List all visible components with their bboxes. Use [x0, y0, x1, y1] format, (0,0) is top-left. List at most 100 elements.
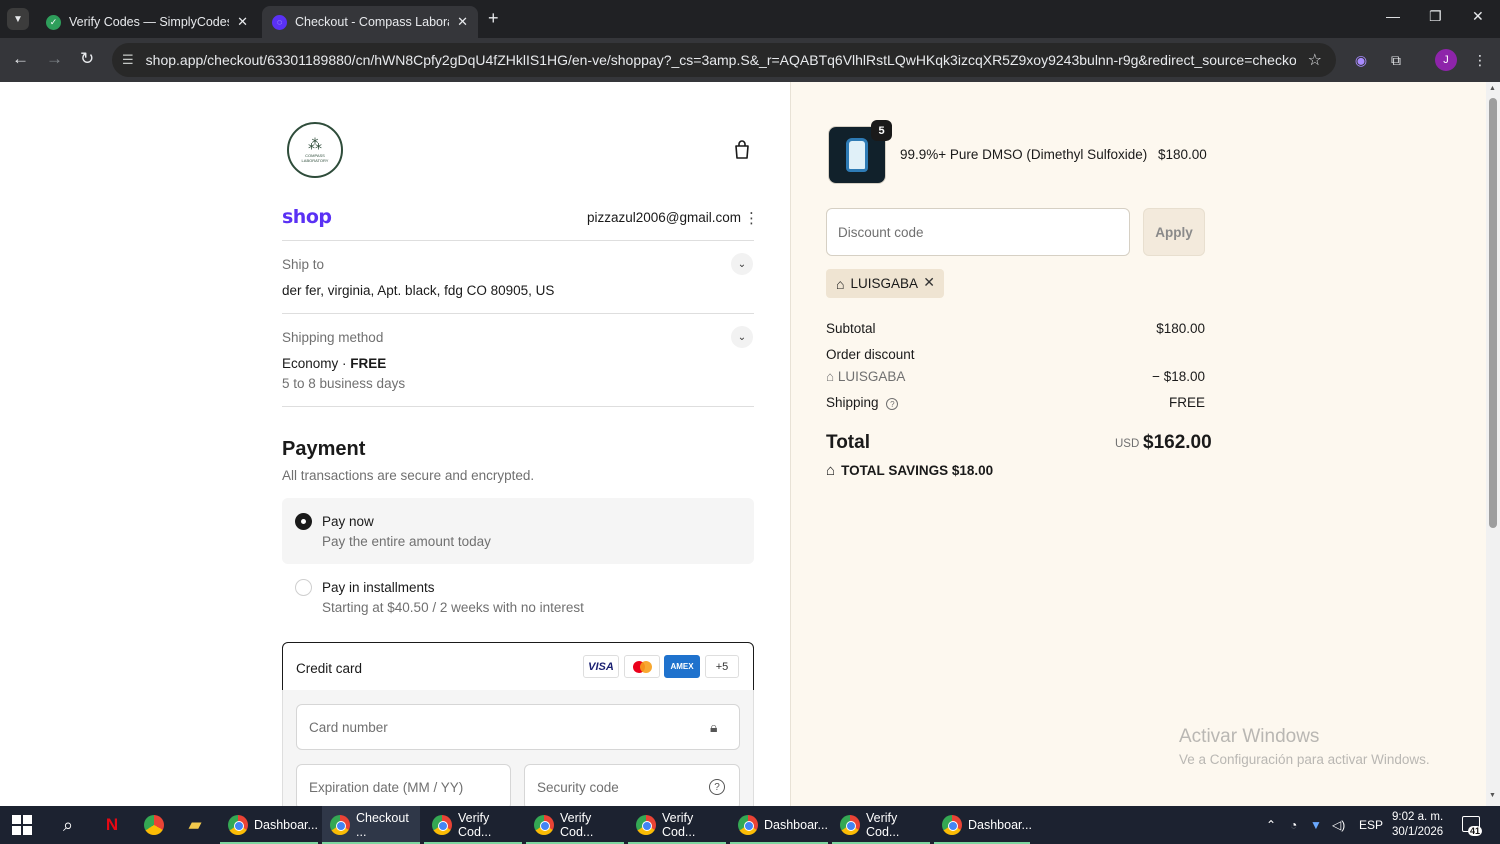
- taskbar-window[interactable]: Dashboar...: [730, 806, 828, 844]
- total-savings-value: $18.00: [951, 463, 994, 478]
- shipping-eta: 5 to 8 business days: [282, 376, 406, 391]
- profile-avatar[interactable]: J: [1435, 49, 1457, 71]
- new-tab-button[interactable]: +: [488, 8, 499, 29]
- total-savings-label: TOTAL SAVINGS: [841, 463, 949, 478]
- chevron-down-icon[interactable]: ⌄: [731, 253, 753, 275]
- forward-icon[interactable]: →: [46, 49, 63, 69]
- taskbar-window[interactable]: Dashboar...: [220, 806, 318, 844]
- clock-time: 9:02 a. m.: [1392, 811, 1444, 823]
- shop-favicon-icon: ◌: [272, 14, 287, 30]
- restore-icon[interactable]: ❐: [1429, 8, 1442, 25]
- subtotal-label: Subtotal: [826, 321, 876, 336]
- pay-now-option[interactable]: [282, 498, 754, 564]
- file-explorer-icon[interactable]: ▰: [183, 813, 207, 837]
- taskbar-window[interactable]: Verify Cod...: [526, 806, 624, 844]
- extensions-puzzle-icon[interactable]: ⧉: [1385, 49, 1407, 71]
- account-menu-icon[interactable]: ⋮: [744, 209, 759, 227]
- pay-installments-radio[interactable]: [295, 579, 312, 596]
- tab-search-button[interactable]: ▼: [7, 8, 29, 30]
- notification-count-badge: 41: [1468, 826, 1483, 836]
- card-number-input[interactable]: Card number: [296, 704, 740, 750]
- divider: [282, 406, 754, 407]
- extension-shop-icon[interactable]: ◉: [1350, 49, 1372, 71]
- product-price: $180.00: [1158, 147, 1207, 162]
- close-window-icon[interactable]: ✕: [1472, 8, 1484, 25]
- remove-discount-icon[interactable]: ✕: [923, 274, 935, 291]
- chrome-icon: [534, 815, 554, 835]
- expiration-date-input[interactable]: Expiration date (MM / YY): [296, 764, 511, 806]
- shipping-label: Shipping: [826, 395, 879, 410]
- total-value: $162.00: [1143, 432, 1212, 453]
- menu-kebab-icon[interactable]: ⋮: [1469, 49, 1491, 71]
- minimize-icon[interactable]: —: [1386, 8, 1400, 24]
- vpn-icon[interactable]: ▼: [1310, 806, 1322, 844]
- reload-icon[interactable]: ↻: [80, 49, 94, 69]
- input-language[interactable]: ESP: [1359, 806, 1383, 844]
- pay-installments-desc: Starting at $40.50 / 2 weeks with no int…: [322, 600, 584, 615]
- chevron-down-icon[interactable]: ⌄: [731, 326, 753, 348]
- url-text[interactable]: shop.app/checkout/63301189880/cn/hWN8Cpf…: [146, 52, 1296, 68]
- network-icon[interactable]: ◔: [1290, 806, 1297, 844]
- taskbar-window-active[interactable]: Checkout ...: [322, 806, 420, 844]
- site-info-icon[interactable]: ☰: [122, 52, 134, 68]
- shipping-method-price: FREE: [350, 356, 387, 371]
- taskbar-window[interactable]: Verify Cod...: [628, 806, 726, 844]
- windows-start-icon[interactable]: [12, 815, 32, 835]
- shipping-method-label: Shipping method: [282, 330, 384, 345]
- browser-tab[interactable]: ✓ Verify Codes — SimplyCodes ✕: [36, 6, 258, 38]
- search-icon[interactable]: ⌕: [56, 813, 80, 837]
- help-circle-icon[interactable]: ?: [709, 779, 725, 795]
- close-tab-icon[interactable]: ✕: [457, 14, 468, 30]
- taskbar-window[interactable]: Verify Cod...: [424, 806, 522, 844]
- bookmark-star-icon[interactable]: ☆: [1308, 50, 1322, 70]
- product-quantity-badge: 5: [871, 120, 892, 141]
- scroll-up-icon[interactable]: ▲: [1489, 85, 1496, 92]
- divider: [282, 240, 754, 241]
- discount-code-row: ⌂ LUISGABA − $18.00: [826, 369, 1205, 384]
- store-logo[interactable]: ⁂ COMPASS LABORATORY: [287, 122, 343, 178]
- browser-toolbar: ← → ↻ ☰ shop.app/checkout/63301189880/cn…: [0, 38, 1500, 82]
- applied-discount-chip: ⌂ LUISGABA ✕: [826, 269, 944, 298]
- netflix-icon[interactable]: N: [100, 813, 124, 837]
- back-icon[interactable]: ←: [12, 49, 29, 69]
- account-email: pizzazul2006@gmail.com: [587, 210, 742, 225]
- logo-molecule-icon: ⁂: [308, 136, 322, 152]
- discount-code-input[interactable]: Discount code: [826, 208, 1130, 256]
- security-code-input[interactable]: Security code: [524, 764, 740, 806]
- scroll-down-icon[interactable]: ▼: [1489, 792, 1496, 799]
- page-scrollbar[interactable]: ▲ ▼: [1486, 82, 1500, 806]
- volume-icon[interactable]: ◁): [1332, 806, 1345, 844]
- windows-taskbar: ⌕ N ▰ Dashboar... Checkout ... Verify Co…: [0, 806, 1500, 844]
- clock-date: 30/1/2026: [1392, 826, 1444, 838]
- shopping-bag-icon[interactable]: [732, 140, 752, 160]
- payment-subtitle: All transactions are secure and encrypte…: [282, 468, 535, 483]
- show-hidden-icons-icon[interactable]: ⌃: [1266, 806, 1276, 844]
- apply-discount-button[interactable]: Apply: [1143, 208, 1205, 256]
- chrome-icon[interactable]: [142, 813, 166, 837]
- shop-pay-wordmark: shop: [282, 206, 332, 228]
- credit-card-option[interactable]: Credit card VISA AMEX +5: [282, 642, 754, 691]
- help-circle-icon[interactable]: ?: [886, 398, 899, 410]
- system-clock[interactable]: 9:02 a. m. 30/1/2026: [1392, 810, 1443, 840]
- close-tab-icon[interactable]: ✕: [237, 14, 248, 30]
- pay-installments-title[interactable]: Pay in installments: [322, 580, 435, 595]
- more-brands-badge: +5: [705, 655, 739, 678]
- scrollbar-thumb[interactable]: [1489, 98, 1497, 528]
- amex-logo: AMEX: [664, 655, 700, 678]
- discount-code-label: LUISGABA: [837, 369, 906, 384]
- chrome-icon: [636, 815, 656, 835]
- shipping-method-name: Economy · FREE: [282, 356, 387, 371]
- chrome-icon: [432, 815, 452, 835]
- address-bar[interactable]: ☰ shop.app/checkout/63301189880/cn/hWN8C…: [112, 43, 1336, 77]
- pay-now-radio[interactable]: [295, 513, 312, 530]
- taskbar-window[interactable]: Dashboar...: [934, 806, 1032, 844]
- taskbar-window[interactable]: Verify Cod...: [832, 806, 930, 844]
- tag-icon: ⌂: [826, 462, 836, 479]
- shipping-row: Shipping ? FREE: [826, 395, 1205, 410]
- tag-icon: ⌂: [836, 275, 845, 292]
- tag-icon: ⌂: [826, 369, 838, 384]
- product-bottle-image: [846, 138, 868, 172]
- simplycodes-favicon-icon: ✓: [46, 14, 61, 30]
- subtotal-row: Subtotal $180.00: [826, 321, 1205, 336]
- browser-tab-active[interactable]: ◌ Checkout - Compass Laborator ✕: [262, 6, 478, 38]
